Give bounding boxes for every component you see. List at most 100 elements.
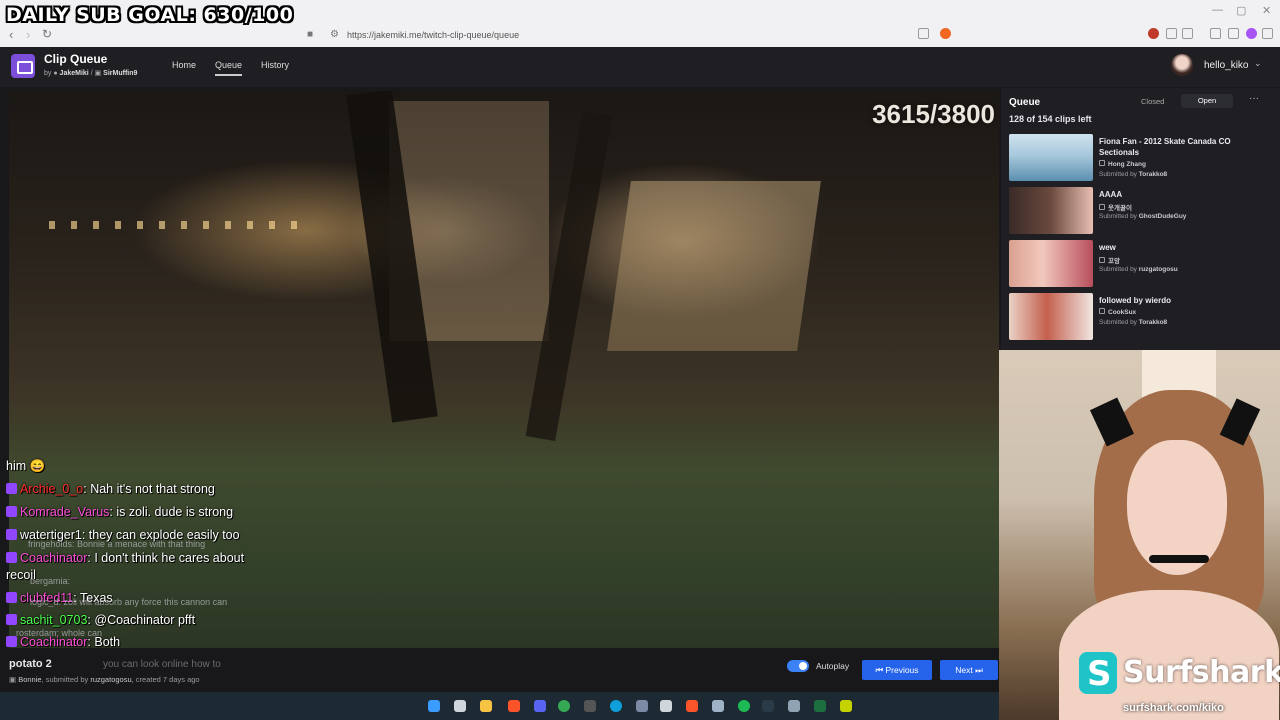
- extension-icon[interactable]: [1166, 28, 1177, 39]
- nav-history[interactable]: History: [261, 60, 289, 70]
- chat-icon: ▣: [94, 70, 102, 77]
- queue-item-submitter: Submitted by Torakko8: [1099, 319, 1168, 326]
- chat-message: Coachinator: I don't think he cares abou…: [6, 552, 244, 565]
- channel-icon: [1099, 160, 1105, 166]
- queue-item-channel: Hong Zhang: [1099, 160, 1146, 168]
- wallet-icon[interactable]: [1246, 28, 1257, 39]
- chrome-icon[interactable]: [558, 700, 570, 712]
- discord-icon[interactable]: [534, 700, 546, 712]
- file-explorer-icon[interactable]: [480, 700, 492, 712]
- chat-text: I don't think he cares about: [94, 551, 245, 565]
- github-icon: ●: [53, 70, 58, 77]
- sub-badge-icon: [6, 483, 17, 494]
- spotify-icon[interactable]: [738, 700, 750, 712]
- start-icon[interactable]: [428, 700, 440, 712]
- app-icon[interactable]: [660, 700, 672, 712]
- app-icon[interactable]: [840, 700, 852, 712]
- queue-item-title: Fiona Fan - 2012 Skate Canada CO Section…: [1099, 137, 1231, 158]
- autoplay-toggle[interactable]: [787, 660, 809, 672]
- more-options-icon[interactable]: ···: [1249, 93, 1259, 104]
- sub-badge-icon: [6, 592, 17, 603]
- sponsor-url: surfshark.com/kiko: [1123, 702, 1224, 714]
- queue-title: Queue: [1009, 97, 1041, 108]
- task-view-icon[interactable]: [454, 700, 466, 712]
- chat-username: Coachinator: [20, 635, 88, 649]
- next-icon: ⏭: [975, 665, 983, 675]
- queue-panel: Queue 128 of 154 clips left Closed Open …: [1001, 88, 1280, 350]
- minimize-icon[interactable]: —: [1212, 4, 1223, 16]
- chat-text: is zoli. dude is strong: [116, 505, 234, 519]
- sub-badge-icon: [6, 552, 17, 563]
- app-header: Clip Queue by ● JakeMiki / ▣ SirMuffin9 …: [0, 47, 1280, 87]
- queue-item[interactable]: AAAA 웃개꿀이 Submitted by GhostDudeGuy: [1009, 187, 1274, 237]
- clip-thumbnail: [1009, 134, 1093, 181]
- clip-counter-overlay: 3615/3800: [872, 99, 995, 129]
- queue-item[interactable]: wew 꼬앙 Submitted by ruzgatogosu: [1009, 240, 1274, 290]
- brave-icon[interactable]: [686, 700, 698, 712]
- close-icon[interactable]: ✕: [1262, 4, 1271, 17]
- queue-open-button[interactable]: Open: [1181, 94, 1233, 108]
- clip-thumbnail: [1009, 187, 1093, 234]
- chat-ghost-line: logic_d: zoli will absorb any force this…: [30, 597, 228, 607]
- obs-icon[interactable]: [584, 700, 596, 712]
- sidebar-icon[interactable]: [1228, 28, 1239, 39]
- previous-button[interactable]: ⏮ Previous: [862, 660, 932, 680]
- queue-item-submitter: Submitted by Torakko8: [1099, 171, 1168, 178]
- extension-icon[interactable]: [1148, 28, 1159, 39]
- back-icon[interactable]: ‹: [9, 27, 13, 42]
- clip-info-bar: potato 2 ▣ Bonnie, submitted by ruzgatog…: [0, 652, 1000, 692]
- maximize-icon[interactable]: ▢: [1236, 4, 1246, 17]
- queue-item[interactable]: Fiona Fan - 2012 Skate Canada CO Section…: [1009, 134, 1274, 184]
- menu-icon[interactable]: [1262, 28, 1273, 39]
- clip-title: potato 2: [9, 658, 52, 670]
- author-link[interactable]: SirMuffin9: [103, 70, 137, 77]
- brave-icon[interactable]: [508, 700, 520, 712]
- chat-message: Archie_0_o: Nah it's not that strong: [6, 483, 215, 496]
- chevron-down-icon[interactable]: ⌄: [1254, 58, 1262, 69]
- app-icon[interactable]: [762, 700, 774, 712]
- sub-badge-icon: [6, 636, 17, 647]
- app-icon[interactable]: [636, 700, 648, 712]
- queue-closed-button[interactable]: Closed: [1141, 97, 1164, 106]
- site-settings-icon[interactable]: ⚙: [330, 29, 339, 40]
- bookmark-icon[interactable]: ■: [307, 29, 313, 40]
- queue-item-title: wew: [1099, 243, 1116, 252]
- address-bar[interactable]: https://jakemiki.me/twitch-clip-queue/qu…: [347, 30, 519, 40]
- nav-home[interactable]: Home: [172, 60, 196, 70]
- chat-username: sachit_0703: [20, 613, 88, 627]
- previous-icon: ⏮: [875, 665, 884, 675]
- webcam-overlay: Surfshark® surfshark.com/kiko: [999, 350, 1280, 720]
- twitch-logo-icon[interactable]: [11, 54, 35, 78]
- extension-icon[interactable]: [1182, 28, 1193, 39]
- nav-queue[interactable]: Queue: [215, 60, 243, 76]
- clip-channel[interactable]: Bonnie: [18, 675, 41, 684]
- brave-shield-icon[interactable]: [940, 28, 951, 39]
- channel-icon: [1099, 204, 1105, 210]
- autoplay-label: Autoplay: [816, 661, 850, 671]
- sub-goal-overlay: DAILY SUB GOAL: 630/100: [6, 4, 294, 26]
- forward-icon[interactable]: ›: [26, 27, 30, 42]
- username[interactable]: hello_kiko: [1204, 60, 1248, 71]
- clip-thumbnail: [1009, 293, 1093, 340]
- queue-item[interactable]: followed by wierdo CookSux Submitted by …: [1009, 293, 1274, 343]
- reload-icon[interactable]: ↻: [42, 27, 52, 41]
- app-icon[interactable]: [712, 700, 724, 712]
- avatar[interactable]: [1171, 54, 1193, 76]
- chat-message: sachit_0703: @Coachinator pfft: [6, 614, 195, 627]
- chat-text: Nah it's not that strong: [90, 482, 215, 496]
- chat-ghost-line: bergamia:: [30, 576, 71, 586]
- queue-item-submitter: Submitted by ruzgatogosu: [1099, 266, 1178, 273]
- chat-text: @Coachinator pfft: [94, 613, 196, 627]
- chat-continuation: him 😄: [6, 459, 46, 473]
- sub-badge-icon: [6, 614, 17, 625]
- share-icon[interactable]: [918, 28, 929, 39]
- queue-item-channel: 웃개꿀이: [1099, 202, 1132, 212]
- app-icon[interactable]: [788, 700, 800, 712]
- excel-icon[interactable]: [814, 700, 826, 712]
- queue-item-channel: 꼬앙: [1099, 255, 1120, 265]
- playlist-icon[interactable]: [1210, 28, 1221, 39]
- author-link[interactable]: JakeMiki: [60, 70, 89, 77]
- next-button[interactable]: Next ⏭: [940, 660, 998, 680]
- app-title: Clip Queue: [44, 52, 108, 66]
- edge-icon[interactable]: [610, 700, 622, 712]
